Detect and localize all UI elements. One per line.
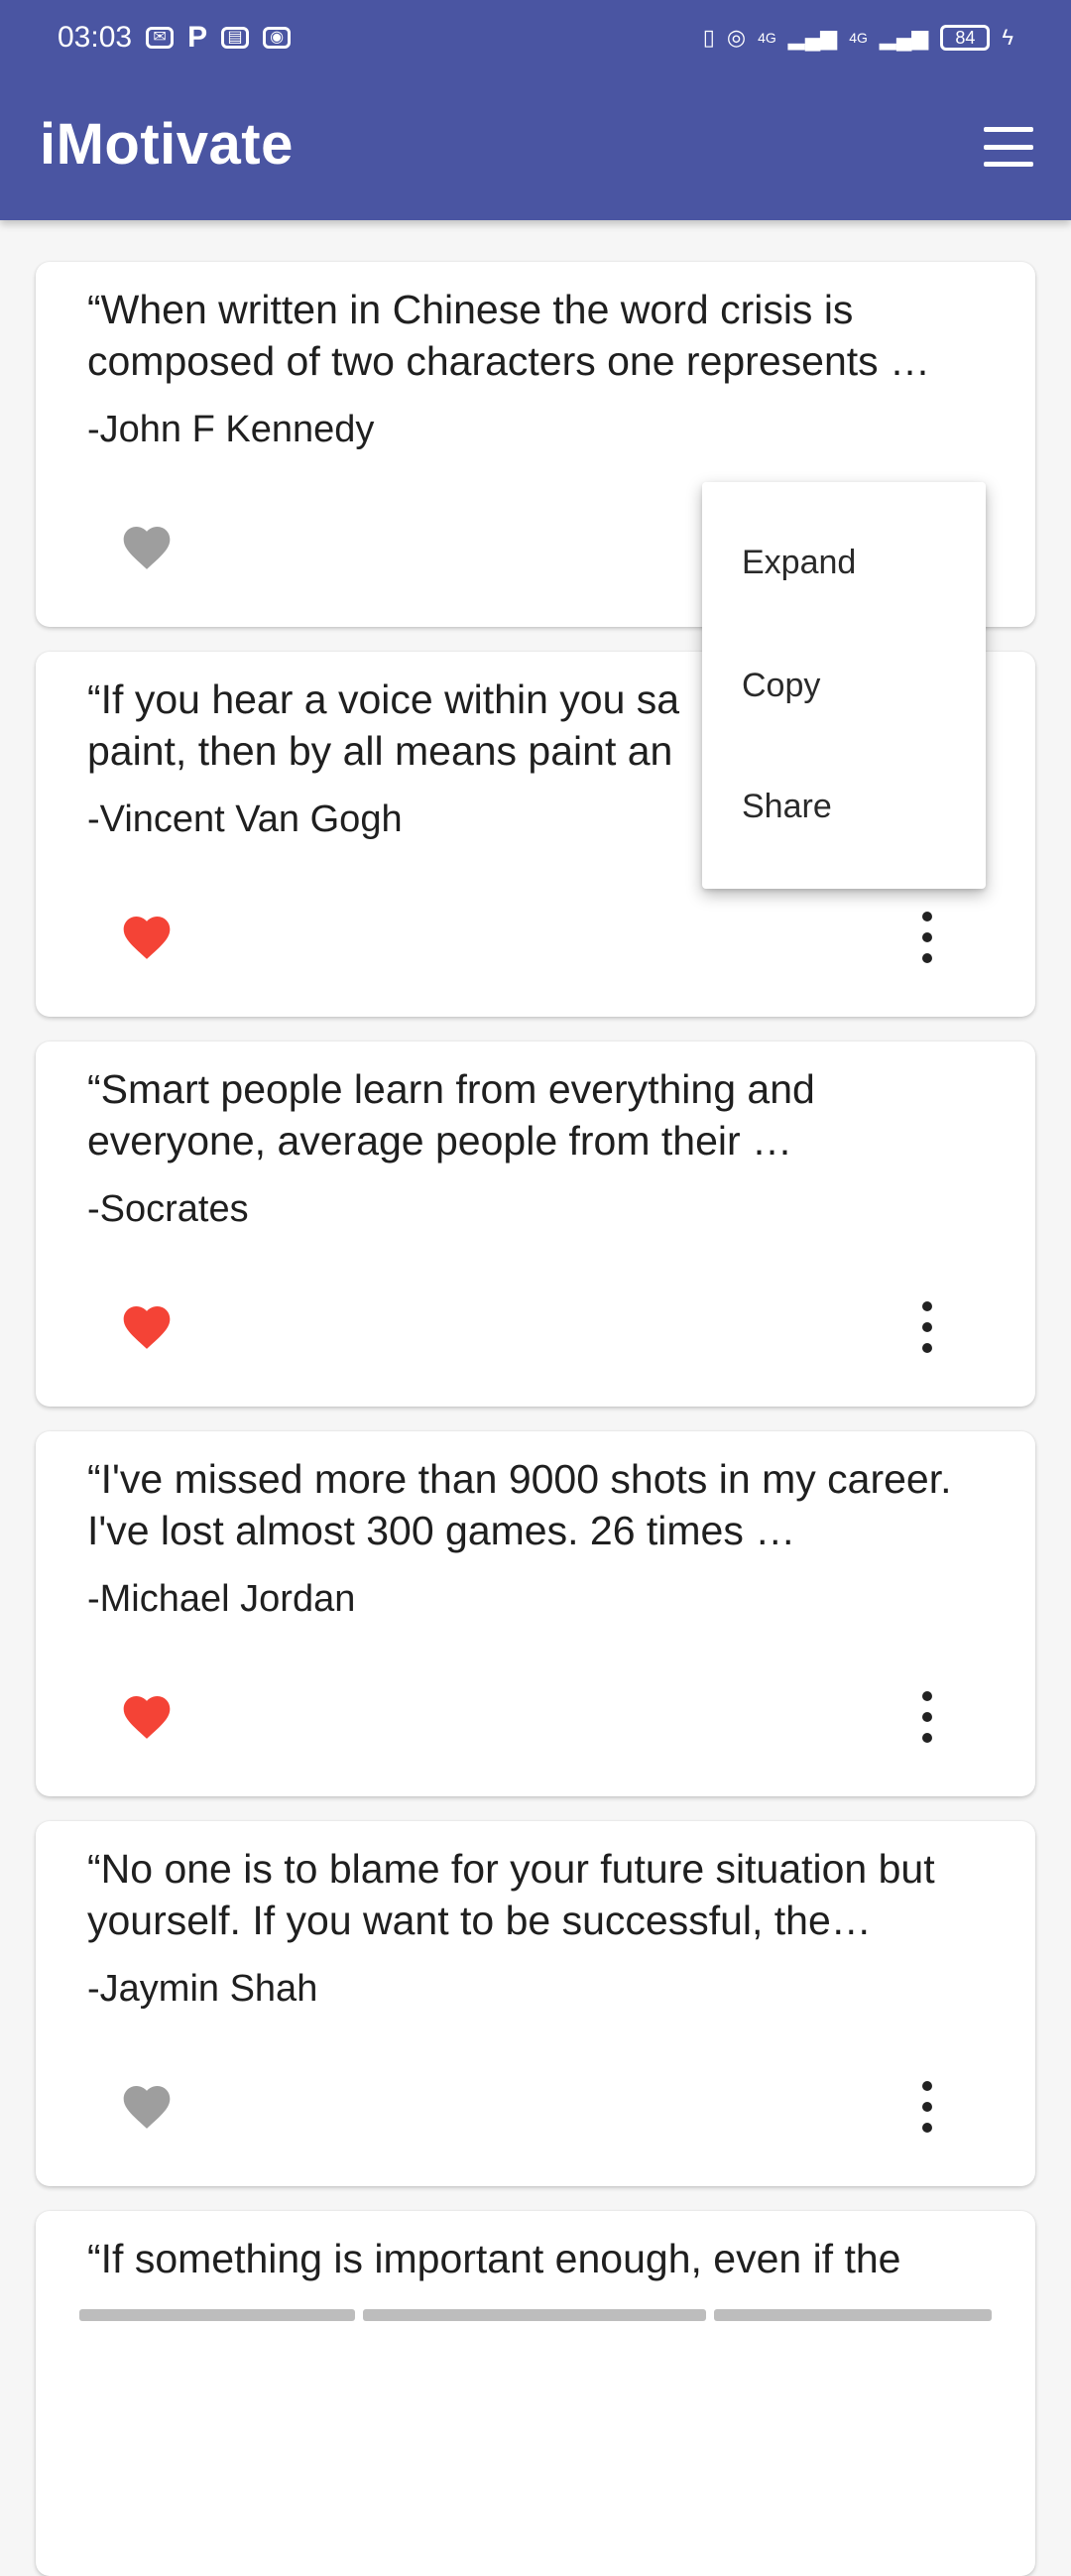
quote-author: -John F Kennedy bbox=[87, 409, 375, 450]
quote-text: “When written in Chinese the word crisis… bbox=[87, 287, 931, 384]
menu-line bbox=[984, 162, 1033, 167]
heart-icon[interactable] bbox=[119, 1299, 175, 1355]
more-options-icon[interactable] bbox=[918, 2081, 936, 2133]
calendar-icon: ▤ bbox=[221, 27, 250, 49]
quote-card[interactable]: “Smart people learn from everything and … bbox=[36, 1042, 1035, 1407]
record-icon: ◉ bbox=[263, 27, 292, 49]
quote-text: “No one is to blame for your future situ… bbox=[87, 1846, 935, 1943]
vibrate-icon: ▯ bbox=[702, 25, 715, 50]
heart-icon[interactable] bbox=[119, 1689, 175, 1745]
status-left: 03:03 ✉ P ▤ ◉ bbox=[58, 21, 292, 55]
quote-text: “I've missed more than 9000 shots in my … bbox=[87, 1456, 952, 1553]
signal-icon-2: ▂▄▆ bbox=[879, 25, 929, 50]
quote-text: “If something is important enough, even … bbox=[87, 2236, 901, 2281]
quote-card[interactable]: “No one is to blame for your future situ… bbox=[36, 1821, 1035, 2186]
status-time: 03:03 bbox=[58, 21, 133, 54]
battery-level: 84 bbox=[955, 27, 976, 48]
quote-text: “Smart people learn from everything and … bbox=[87, 1066, 815, 1164]
app-title: iMotivate bbox=[40, 112, 294, 177]
more-options-icon[interactable] bbox=[918, 912, 936, 963]
signal-icon: ▂▄▆ bbox=[787, 25, 838, 50]
heart-icon[interactable] bbox=[119, 910, 175, 965]
quote-author: -Jaymin Shah bbox=[87, 1968, 318, 2010]
more-options-icon[interactable] bbox=[918, 1691, 936, 1743]
menu-item-copy[interactable]: Copy bbox=[742, 667, 820, 705]
quote-author: -Socrates bbox=[87, 1188, 249, 1230]
hotspot-icon: ◎ bbox=[726, 25, 747, 50]
network-label-2: 4G bbox=[849, 30, 868, 46]
menu-line bbox=[984, 144, 1033, 150]
quote-card[interactable]: “If something is important enough, even … bbox=[36, 2211, 1035, 2576]
mail-icon: ✉ bbox=[146, 27, 175, 49]
menu-item-expand[interactable]: Expand bbox=[742, 544, 856, 582]
app-bar: 03:03 ✉ P ▤ ◉ ▯ ◎ 4G ▂▄▆ 4G ▂▄▆ 84 ϟ iMo… bbox=[0, 0, 1071, 220]
quote-card[interactable]: “I've missed more than 9000 shots in my … bbox=[36, 1431, 1035, 1796]
popup-menu: Expand Copy Share bbox=[702, 482, 986, 889]
battery-icon: 84 bbox=[940, 25, 991, 51]
network-label-1: 4G bbox=[758, 30, 776, 46]
status-bar: 03:03 ✉ P ▤ ◉ ▯ ◎ 4G ▂▄▆ 4G ▂▄▆ 84 ϟ bbox=[0, 0, 1071, 75]
menu-line bbox=[984, 127, 1033, 132]
quote-author: -Vincent Van Gogh bbox=[87, 798, 403, 840]
bottom-indicator bbox=[0, 2309, 1071, 2321]
quote-text: “If you hear a voice within you sa paint… bbox=[87, 676, 680, 774]
hamburger-menu-icon[interactable] bbox=[984, 127, 1033, 167]
p-icon: P bbox=[187, 21, 208, 54]
charging-icon: ϟ bbox=[1002, 25, 1013, 50]
heart-icon[interactable] bbox=[119, 2079, 175, 2135]
more-options-icon[interactable] bbox=[918, 1301, 936, 1353]
menu-item-share[interactable]: Share bbox=[742, 788, 832, 826]
status-right: ▯ ◎ 4G ▂▄▆ 4G ▂▄▆ 84 ϟ bbox=[703, 25, 1013, 51]
quote-author: -Michael Jordan bbox=[87, 1578, 356, 1620]
heart-icon[interactable] bbox=[119, 520, 175, 575]
